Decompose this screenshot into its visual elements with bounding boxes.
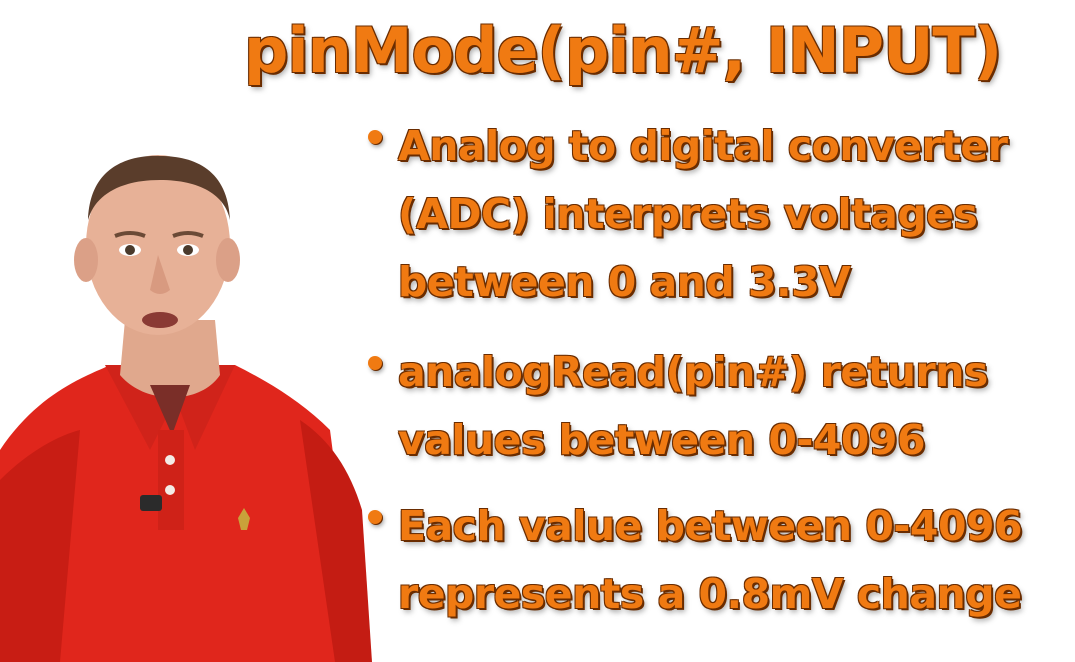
bullet-item-adc: Analog to digital converter (ADC) interp… xyxy=(362,112,1062,316)
bullet-line: (ADC) interprets voltages xyxy=(398,190,978,238)
bullet-line: between 0 and 3.3V xyxy=(398,258,851,306)
bullet-dot-icon xyxy=(368,510,382,524)
bullet-item-resolution: Each value between 0-4096 represents a 0… xyxy=(362,492,1062,628)
slide-title: pinMode(pin#, INPUT) xyxy=(244,14,1002,87)
bullet-line: values between 0-4096 xyxy=(398,416,925,464)
bullet-line: analogRead(pin#) returns xyxy=(398,348,988,396)
bullet-dot-icon xyxy=(368,356,382,370)
bullet-line: Analog to digital converter xyxy=(398,122,1008,170)
bullet-dot-icon xyxy=(368,130,382,144)
video-frame: pinMode(pin#, INPUT) Analog to digital c… xyxy=(0,0,1075,662)
bullet-item-analogread: analogRead(pin#) returns values between … xyxy=(362,338,1062,474)
bullet-line: Each value between 0-4096 xyxy=(398,502,1023,550)
bullet-list: Analog to digital converter (ADC) interp… xyxy=(362,112,1062,650)
presenter-image xyxy=(0,150,420,662)
bullet-line: represents a 0.8mV change xyxy=(398,570,1022,618)
